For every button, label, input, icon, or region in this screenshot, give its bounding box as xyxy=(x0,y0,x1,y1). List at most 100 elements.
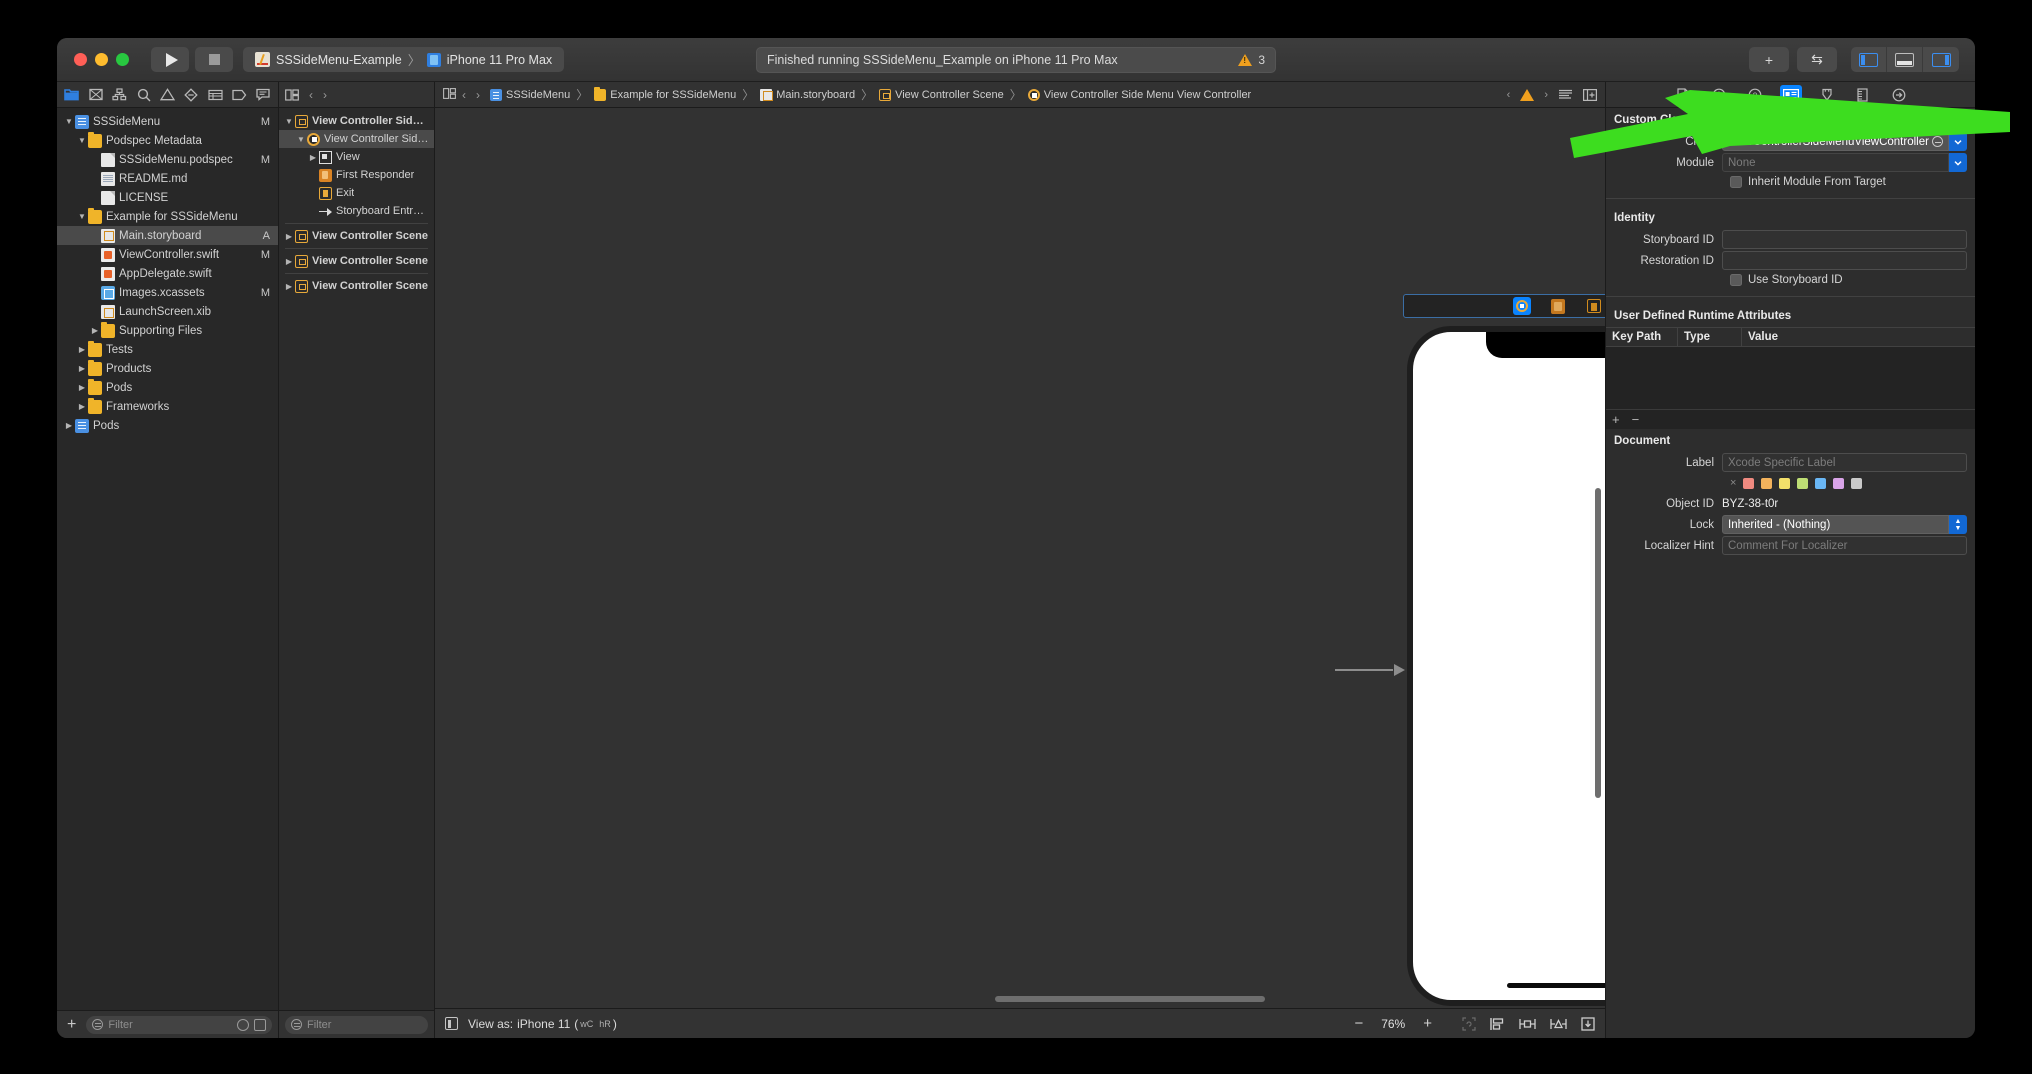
disclosure-triangle[interactable]: ▶ xyxy=(283,282,295,291)
symbol-navigator-tab[interactable] xyxy=(109,85,131,105)
localizer-hint-input[interactable]: Comment For Localizer xyxy=(1722,536,1967,555)
restoration-id-input[interactable] xyxy=(1722,251,1967,270)
zoom-level[interactable]: 76% xyxy=(1381,1017,1405,1031)
breadcrumb-item[interactable]: View Controller Scene xyxy=(879,88,1004,101)
use-storyboard-id-row[interactable]: Use Storyboard ID xyxy=(1606,271,1975,289)
run-button[interactable] xyxy=(151,47,189,72)
view-controller-canvas-preview[interactable] xyxy=(1407,326,1605,1006)
class-jump-icon[interactable] xyxy=(1932,136,1943,147)
attributes-inspector-tab[interactable] xyxy=(1816,85,1838,105)
add-file-button[interactable]: + xyxy=(63,1016,80,1033)
runtime-attributes-table-body[interactable] xyxy=(1606,347,1975,409)
file-row[interactable]: ▶ Products xyxy=(57,359,278,378)
editor-forward-button[interactable]: › xyxy=(476,88,480,102)
lock-input[interactable]: Inherited - (Nothing) xyxy=(1722,515,1949,534)
class-input[interactable]: ViewControllerSideMenuViewController xyxy=(1722,132,1949,151)
class-combo[interactable]: ViewControllerSideMenuViewController xyxy=(1722,132,1967,151)
file-row[interactable]: LICENSE xyxy=(57,188,278,207)
lock-combo[interactable]: Inherited - (Nothing) ▲ ▼ xyxy=(1722,515,1967,534)
zoom-out-button[interactable]: − xyxy=(1354,1016,1363,1031)
outline-toggle-icon[interactable] xyxy=(285,88,299,101)
file-row[interactable]: Images.xcassets M xyxy=(57,283,278,302)
toggle-debug-area-button[interactable] xyxy=(1887,47,1923,72)
identity-inspector-tab[interactable] xyxy=(1779,84,1802,105)
outline-view-toggle-icon[interactable] xyxy=(443,87,456,102)
project-navigator-tab[interactable] xyxy=(61,85,83,105)
color-swatch[interactable] xyxy=(1851,477,1863,489)
update-frames-icon[interactable] xyxy=(1462,1016,1476,1031)
disclosure-triangle[interactable]: ▶ xyxy=(307,153,319,162)
disclosure-triangle[interactable]: ▼ xyxy=(63,117,75,126)
module-combo[interactable]: None xyxy=(1722,153,1967,172)
add-editor-button[interactable]: + xyxy=(1749,47,1789,72)
file-row[interactable]: LaunchScreen.xib xyxy=(57,302,278,321)
breakpoint-navigator-tab[interactable] xyxy=(228,85,250,105)
outline-filter-field[interactable]: Filter xyxy=(285,1015,428,1034)
file-row[interactable]: ▶ Frameworks xyxy=(57,397,278,416)
scene-outline-tree[interactable]: ▼ View Controller Side M… ▼ View Controller… xyxy=(279,108,434,1010)
view-controller-dock-icon[interactable] xyxy=(1513,297,1531,315)
add-assistant-editor-icon[interactable] xyxy=(1583,88,1597,101)
lock-stepper-button[interactable]: ▲ ▼ xyxy=(1949,515,1967,534)
zoom-window-button[interactable] xyxy=(116,53,129,66)
activity-view[interactable]: Finished running SSSideMenu_Example on i… xyxy=(756,46,1276,73)
outline-row[interactable]: ▶ View xyxy=(279,148,434,166)
outline-row[interactable]: ▶ View Controller Scene xyxy=(279,227,434,245)
embed-in-icon[interactable] xyxy=(1581,1016,1595,1031)
color-swatch[interactable] xyxy=(1743,477,1755,489)
breadcrumb-item[interactable]: SSSideMenu xyxy=(490,88,570,101)
file-row[interactable]: Main.storyboard A xyxy=(57,226,278,245)
project-file-tree[interactable]: ▼ SSSideMenu M ▼ Podspec Metadata SSSideMenu.… xyxy=(57,108,278,1010)
test-navigator-tab[interactable] xyxy=(180,85,202,105)
navigator-filter-field[interactable]: Filter xyxy=(86,1015,272,1034)
clear-color-button[interactable]: × xyxy=(1730,477,1736,489)
inherit-module-checkbox[interactable] xyxy=(1730,176,1742,188)
scheme-selector[interactable]: SSSideMenu-Example 〉 iPhone 11 Pro Max xyxy=(243,47,565,72)
disclosure-triangle[interactable]: ▼ xyxy=(295,135,307,144)
breadcrumb-item[interactable]: Example for SSSideMenu xyxy=(594,86,736,101)
file-row[interactable]: ▼ Example for SSSideMenu xyxy=(57,207,278,226)
disclosure-triangle[interactable]: ▶ xyxy=(76,402,88,411)
canvas-horizontal-scrollbar[interactable] xyxy=(995,996,1265,1002)
breadcrumb-item[interactable]: View Controller Side Menu View Controlle… xyxy=(1027,88,1251,101)
align-icon[interactable] xyxy=(1490,1017,1505,1031)
resolve-issues-icon[interactable] xyxy=(1550,1017,1567,1031)
warning-next-button[interactable]: › xyxy=(1544,89,1548,101)
file-row[interactable]: AppDelegate.swift xyxy=(57,264,278,283)
canvas-vertical-scrollbar[interactable] xyxy=(1595,488,1601,798)
toggle-inspector-button[interactable] xyxy=(1923,47,1959,72)
source-control-filter-icon[interactable] xyxy=(254,1018,266,1031)
outline-forward-button[interactable]: › xyxy=(323,88,327,102)
file-row[interactable]: ▶ Pods xyxy=(57,416,278,435)
file-row[interactable]: SSSideMenu.podspec M xyxy=(57,150,278,169)
outline-row[interactable]: ▼ View Controller Side M… xyxy=(279,112,434,130)
color-swatch[interactable] xyxy=(1815,477,1827,489)
size-inspector-tab[interactable] xyxy=(1852,85,1874,105)
disclosure-triangle[interactable]: ▶ xyxy=(283,257,295,266)
inherit-module-row[interactable]: Inherit Module From Target xyxy=(1606,173,1975,191)
disclosure-triangle[interactable]: ▶ xyxy=(63,421,75,430)
disclosure-triangle[interactable]: ▶ xyxy=(76,345,88,354)
zoom-in-button[interactable]: + xyxy=(1423,1016,1432,1031)
close-window-button[interactable] xyxy=(74,53,87,66)
connections-inspector-tab[interactable] xyxy=(1888,85,1910,105)
debug-navigator-tab[interactable] xyxy=(204,85,226,105)
disclosure-triangle[interactable]: ▶ xyxy=(76,364,88,373)
quick-help-inspector-tab[interactable]: ? xyxy=(1744,85,1766,105)
color-swatch[interactable] xyxy=(1761,477,1773,489)
color-swatch[interactable] xyxy=(1833,477,1845,489)
disclosure-triangle[interactable]: ▼ xyxy=(76,136,88,145)
file-row[interactable]: ▼ SSSideMenu M xyxy=(57,112,278,131)
exit-dock-icon[interactable] xyxy=(1585,297,1603,315)
outline-row[interactable]: First Responder xyxy=(279,166,434,184)
outline-back-button[interactable]: ‹ xyxy=(309,88,313,102)
storyboard-id-input[interactable] xyxy=(1722,230,1967,249)
minimize-window-button[interactable] xyxy=(95,53,108,66)
stop-button[interactable] xyxy=(195,47,233,72)
view-as-icon[interactable] xyxy=(445,1017,458,1030)
history-inspector-tab[interactable] xyxy=(1708,85,1730,105)
editor-back-button[interactable]: ‹ xyxy=(462,88,466,102)
color-swatch[interactable] xyxy=(1779,477,1791,489)
use-storyboard-id-checkbox[interactable] xyxy=(1730,274,1742,286)
file-row[interactable]: ▶ Tests xyxy=(57,340,278,359)
